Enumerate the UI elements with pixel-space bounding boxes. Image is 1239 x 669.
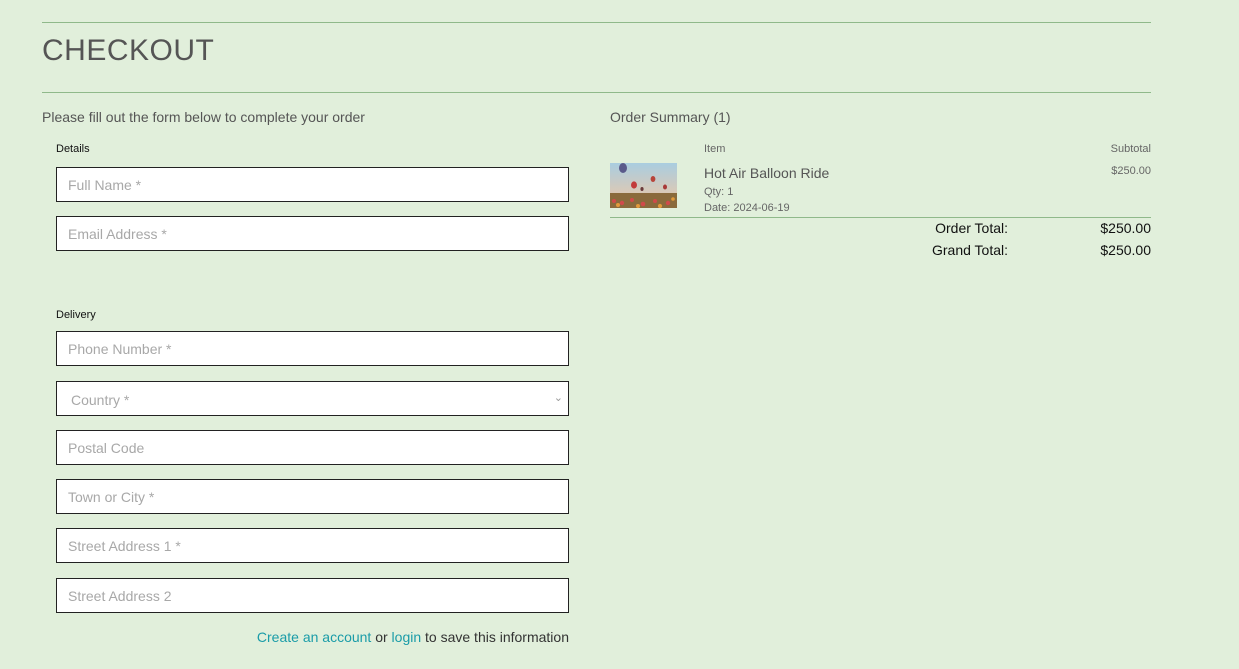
chevron-down-icon: ⌄ <box>553 392 563 404</box>
create-account-link[interactable]: Create an account <box>257 629 371 645</box>
order-summary-title: Order Summary (1) <box>610 109 731 125</box>
phone-field[interactable] <box>56 331 569 366</box>
order-total-label: Order Total: <box>935 220 1008 236</box>
product-thumbnail <box>610 163 677 208</box>
postal-code-field[interactable] <box>56 430 569 465</box>
email-field[interactable] <box>56 216 569 251</box>
order-total-value: $250.00 <box>1100 220 1151 236</box>
form-intro: Please fill out the form below to comple… <box>42 109 365 125</box>
balloon-image-icon <box>610 163 677 208</box>
country-select-value: Country * <box>71 392 130 408</box>
title-divider <box>42 92 1151 93</box>
login-link[interactable]: login <box>392 629 422 645</box>
delivery-label: Delivery <box>56 309 96 321</box>
item-subtotal: $250.00 <box>1111 165 1151 177</box>
full-name-field[interactable] <box>56 167 569 202</box>
save-info-text: Create an account or login to save this … <box>257 629 569 645</box>
page-title: CHECKOUT <box>42 34 215 67</box>
grand-total-value: $250.00 <box>1100 242 1151 258</box>
street-address-2-field[interactable] <box>56 578 569 613</box>
top-divider <box>42 22 1151 23</box>
country-select[interactable]: Country * ⌄ <box>56 381 569 416</box>
subtotal-column-header: Subtotal <box>1110 143 1151 155</box>
street-address-1-field[interactable] <box>56 528 569 563</box>
summary-divider <box>610 217 1151 218</box>
or-text: or <box>371 629 392 645</box>
item-name: Hot Air Balloon Ride <box>704 165 830 181</box>
grand-total-label: Grand Total: <box>931 242 1008 258</box>
item-date: Date: 2024-06-19 <box>704 202 790 214</box>
town-field[interactable] <box>56 479 569 514</box>
details-label: Details <box>56 143 90 155</box>
item-column-header: Item <box>704 143 726 155</box>
item-qty: Qty: 1 <box>704 186 734 198</box>
save-suffix-text: to save this information <box>421 629 569 645</box>
